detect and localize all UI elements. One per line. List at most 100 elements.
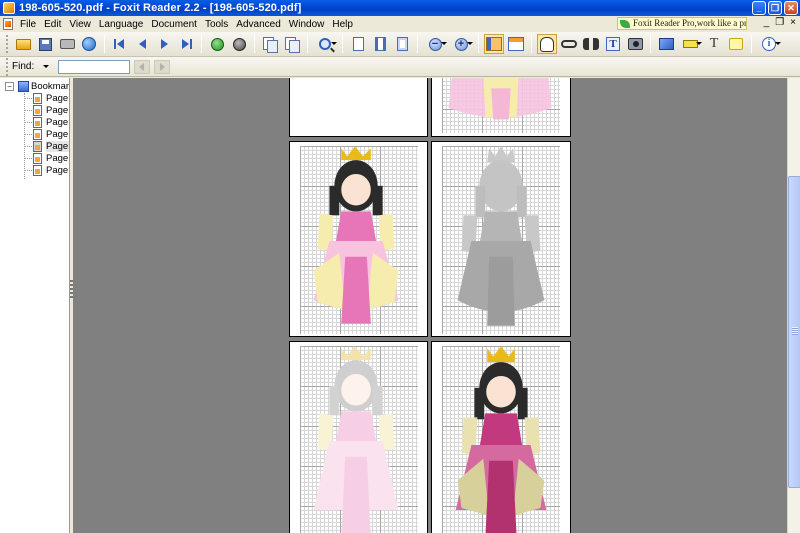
bookmark-page-2[interactable]: Page 2 bbox=[24, 105, 69, 116]
bookmark-label: Page 7 bbox=[46, 165, 69, 176]
bookmark-page-7[interactable]: Page 7 bbox=[24, 165, 69, 176]
zoom-in-tool-icon bbox=[319, 38, 331, 50]
pdf-page-blank bbox=[289, 78, 428, 137]
menu-advanced[interactable]: Advanced bbox=[232, 19, 284, 30]
document-view[interactable] bbox=[73, 78, 787, 533]
zoom-in-dropdown[interactable]: + bbox=[449, 34, 473, 54]
bookmark-label: Page 6 bbox=[46, 153, 69, 164]
toolbar-separator bbox=[254, 35, 255, 53]
next-page-button[interactable] bbox=[154, 34, 174, 54]
save-icon bbox=[38, 37, 52, 51]
leaf-icon bbox=[620, 19, 630, 28]
typewriter-tool-icon: T bbox=[709, 36, 719, 51]
bookmark-label: Page 5 bbox=[46, 141, 69, 152]
find-next-button[interactable] bbox=[154, 59, 171, 74]
maximize-button[interactable]: ❐ bbox=[768, 1, 782, 15]
select-text-button[interactable]: T bbox=[603, 34, 623, 54]
last-page-icon bbox=[180, 38, 192, 50]
actual-size-button[interactable] bbox=[348, 34, 368, 54]
single-page-layout-button[interactable] bbox=[484, 34, 504, 54]
dropdown-arrow-icon bbox=[331, 42, 337, 45]
pdf-page-princess-faded bbox=[289, 341, 428, 533]
highlight-tool-dropdown[interactable] bbox=[678, 34, 702, 54]
find-options-dropdown[interactable] bbox=[42, 62, 52, 72]
vertical-scrollbar[interactable] bbox=[787, 78, 800, 533]
foxit-app-icon bbox=[3, 2, 15, 14]
tree-branch bbox=[24, 146, 32, 147]
tree-branch bbox=[24, 98, 32, 99]
previous-page-button[interactable] bbox=[132, 34, 152, 54]
note-tool-button[interactable] bbox=[726, 34, 746, 54]
bookmark-page-6[interactable]: Page 6 bbox=[24, 153, 69, 164]
next-page-icon bbox=[160, 39, 168, 49]
bookmark-page-3[interactable]: Page 3 bbox=[24, 117, 69, 128]
close-button[interactable]: ✕ bbox=[784, 1, 798, 15]
menu-help[interactable]: Help bbox=[328, 19, 357, 30]
toolbar-separator bbox=[531, 35, 532, 53]
toolbar-separator bbox=[417, 35, 418, 53]
document-properties-dropdown[interactable]: i bbox=[757, 34, 781, 54]
bookmark-page-icon bbox=[33, 129, 42, 140]
menu-edit[interactable]: Edit bbox=[40, 19, 65, 30]
find-bar: Find: bbox=[0, 57, 800, 77]
facing-layout-button[interactable] bbox=[506, 34, 526, 54]
go-back-button[interactable] bbox=[207, 34, 227, 54]
findbar-grip[interactable] bbox=[6, 57, 9, 76]
main-toolbar: − + T T i bbox=[0, 32, 800, 57]
actual-size-icon bbox=[352, 37, 364, 51]
save-button[interactable] bbox=[35, 34, 55, 54]
find-input[interactable] bbox=[58, 59, 131, 74]
scrollbar-thumb[interactable] bbox=[788, 176, 800, 488]
comment-tool-button[interactable] bbox=[656, 34, 676, 54]
last-page-button[interactable] bbox=[176, 34, 196, 54]
insert-pages-button[interactable] bbox=[282, 34, 302, 54]
zoom-out-icon: − bbox=[428, 37, 442, 51]
fit-width-button[interactable] bbox=[370, 34, 390, 54]
reader-mode-button[interactable] bbox=[559, 34, 579, 54]
first-page-button[interactable] bbox=[110, 34, 130, 54]
menu-window[interactable]: Window bbox=[285, 19, 329, 30]
bookmark-page-icon bbox=[33, 153, 42, 164]
print-button[interactable] bbox=[57, 34, 77, 54]
bookmarks-root[interactable]: − Bookmarks bbox=[5, 81, 69, 92]
minimize-button[interactable]: _ bbox=[752, 1, 766, 15]
find-button[interactable] bbox=[581, 34, 601, 54]
menu-document[interactable]: Document bbox=[147, 19, 201, 30]
toolbar-grip[interactable] bbox=[6, 35, 9, 53]
insert-pages-icon bbox=[285, 37, 300, 53]
go-forward-button[interactable] bbox=[229, 34, 249, 54]
promo-banner[interactable]: Foxit Reader Pro,work like a pro! bbox=[617, 17, 747, 30]
extract-pages-button[interactable] bbox=[260, 34, 280, 54]
open-button[interactable] bbox=[13, 34, 33, 54]
zoom-out-dropdown[interactable]: − bbox=[423, 34, 447, 54]
document-restore-button[interactable]: ❐ bbox=[775, 17, 784, 28]
email-button[interactable] bbox=[79, 34, 99, 54]
bookmark-page-5[interactable]: Page 5 bbox=[24, 141, 69, 152]
find-previous-button[interactable] bbox=[134, 59, 151, 74]
facing-layout-icon bbox=[508, 37, 524, 51]
hand-tool-button[interactable] bbox=[537, 34, 557, 54]
reader-mode-icon bbox=[561, 40, 577, 48]
document-close-button[interactable]: × bbox=[790, 17, 796, 28]
snapshot-button[interactable] bbox=[625, 34, 645, 54]
menu-file[interactable]: File bbox=[16, 19, 40, 30]
typewriter-tool-button[interactable]: T bbox=[704, 34, 724, 54]
menu-language[interactable]: Language bbox=[95, 19, 148, 30]
gown-hem-artwork bbox=[448, 78, 552, 120]
collapse-icon[interactable]: − bbox=[5, 82, 14, 91]
document-minimize-button[interactable]: _ bbox=[764, 17, 770, 28]
bookmark-page-4[interactable]: Page 4 bbox=[24, 129, 69, 140]
open-icon bbox=[15, 38, 31, 50]
first-page-icon bbox=[114, 38, 126, 50]
single-page-layout-icon bbox=[486, 37, 502, 51]
fit-page-button[interactable] bbox=[392, 34, 412, 54]
dropdown-arrow-icon bbox=[467, 42, 473, 45]
document-icon[interactable] bbox=[3, 18, 13, 30]
toolbar-separator bbox=[751, 35, 752, 53]
menu-view[interactable]: View bbox=[65, 19, 95, 30]
go-forward-icon bbox=[232, 37, 246, 51]
menu-tools[interactable]: Tools bbox=[201, 19, 232, 30]
bookmark-page-1[interactable]: Page 1 bbox=[24, 93, 69, 104]
tree-branch bbox=[24, 158, 32, 159]
zoom-tool-dropdown[interactable] bbox=[313, 34, 337, 54]
